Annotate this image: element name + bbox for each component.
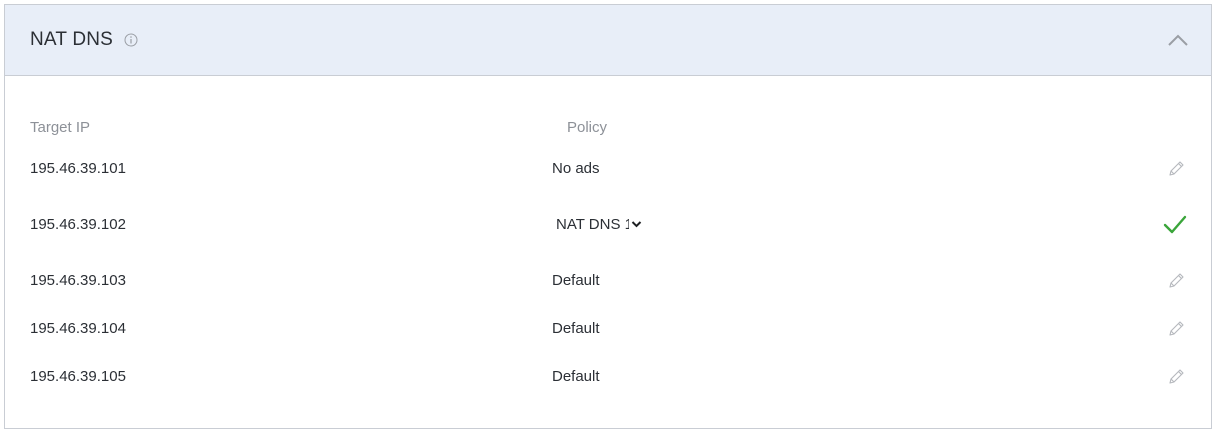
target-ip-cell: 195.46.39.102 xyxy=(30,216,126,233)
nat-dns-panel: NAT DNS Target IP Policy 195.46.39.101 N… xyxy=(4,4,1212,429)
table-row-editing: 195.46.39.102 NAT DNS 1 xyxy=(5,210,1211,240)
policy-cell: Default xyxy=(552,272,600,289)
policy-select-value: NAT DNS 1 xyxy=(556,216,629,233)
target-ip-cell: 195.46.39.103 xyxy=(30,272,126,289)
table-row: 195.46.39.105 Default xyxy=(5,362,1211,392)
table-row: 195.46.39.104 Default xyxy=(5,314,1211,344)
pencil-icon[interactable] xyxy=(1166,319,1186,339)
pencil-icon[interactable] xyxy=(1166,271,1186,291)
chevron-down-icon xyxy=(631,221,642,228)
pencil-icon[interactable] xyxy=(1166,367,1186,387)
table-row: 195.46.39.101 No ads xyxy=(5,154,1211,184)
pencil-icon[interactable] xyxy=(1166,159,1186,179)
collapse-chevron-up-icon[interactable] xyxy=(1167,31,1189,49)
policy-cell: No ads xyxy=(552,160,600,177)
target-ip-cell: 195.46.39.104 xyxy=(30,320,126,337)
checkmark-icon[interactable] xyxy=(1162,213,1188,237)
column-header-policy[interactable]: Policy xyxy=(567,119,607,136)
target-ip-cell: 195.46.39.101 xyxy=(30,160,126,177)
panel-title: NAT DNS xyxy=(30,29,114,50)
target-ip-cell: 195.46.39.105 xyxy=(30,368,126,385)
info-icon[interactable] xyxy=(124,33,138,47)
policy-select[interactable]: NAT DNS 1 xyxy=(554,213,644,237)
policy-cell: Default xyxy=(552,320,600,337)
table-row: 195.46.39.103 Default xyxy=(5,266,1211,296)
policy-cell: Default xyxy=(552,368,600,385)
panel-header[interactable]: NAT DNS xyxy=(5,5,1211,76)
column-header-target-ip[interactable]: Target IP xyxy=(30,119,90,136)
